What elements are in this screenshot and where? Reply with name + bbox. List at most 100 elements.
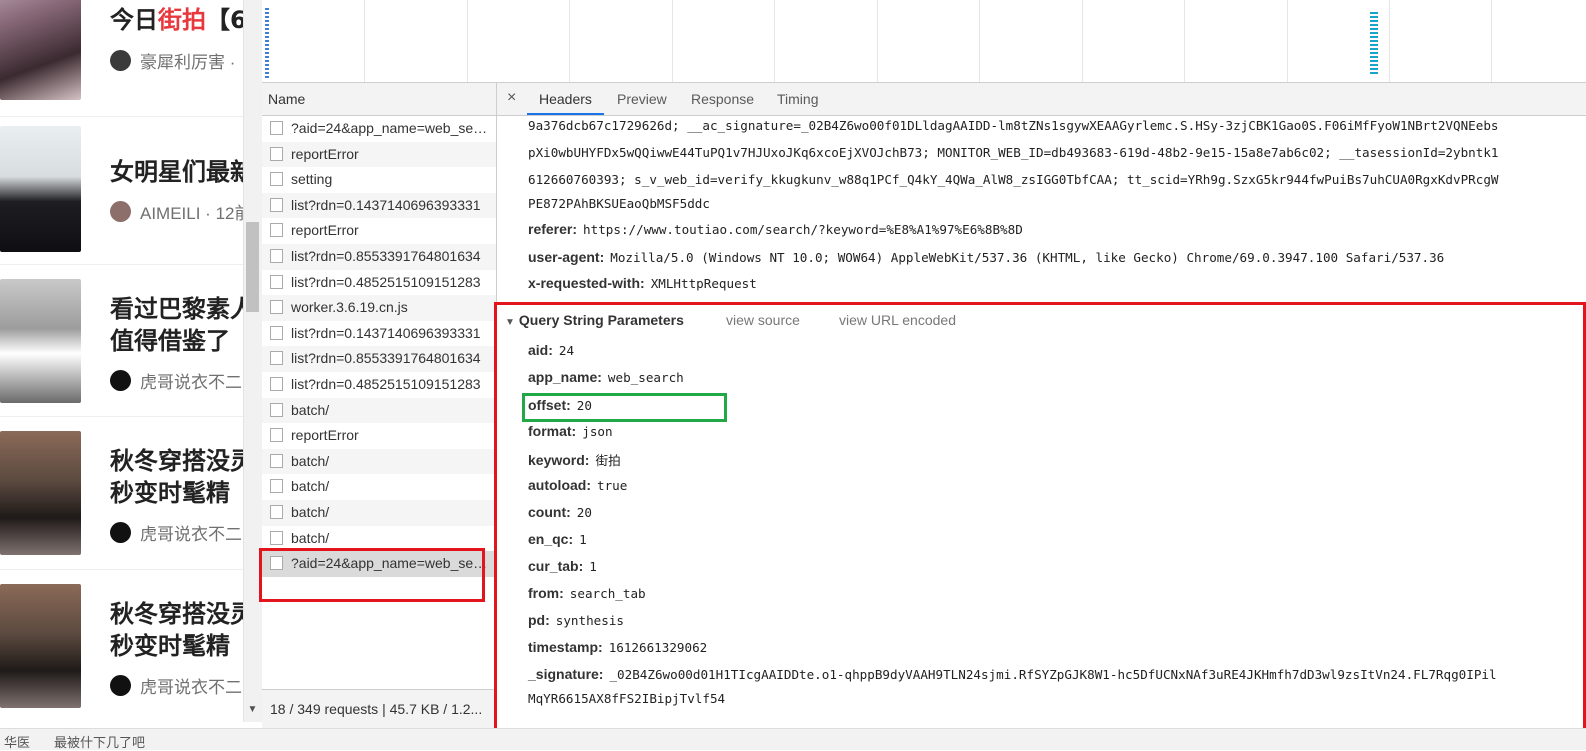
timeline-gridline (569, 0, 570, 82)
request-row[interactable]: setting (262, 167, 496, 193)
feed-item[interactable]: 今日街拍【6 豪犀利厉害 · (0, 0, 243, 118)
cookie-header-line: pXi0wbUHYFDx5wQQiwwE44TuPQ1v7HJUxoJKq6xc… (528, 145, 1499, 160)
page-scrollbar[interactable] (243, 0, 263, 722)
request-row[interactable]: list?rdn=0.8553391764801634 (262, 346, 496, 372)
timeline-gridline (1389, 0, 1390, 82)
feed-title[interactable]: 今日街拍【6 (110, 4, 243, 36)
requests-name-column-header[interactable]: Name (262, 83, 496, 116)
request-checkbox[interactable] (270, 453, 283, 468)
avatar (110, 49, 131, 71)
request-header-x-requested-with: x-requested-with: XMLHttpRequest (528, 275, 757, 291)
request-checkbox[interactable] (270, 274, 283, 289)
request-row[interactable]: batch/ (262, 397, 496, 424)
details-tabbar: × Headers Preview Response Timing (497, 83, 1586, 116)
request-row[interactable]: reportError (262, 218, 496, 244)
feed-thumbnail[interactable] (0, 584, 81, 708)
feed-thumbnail[interactable] (0, 431, 81, 555)
request-checkbox[interactable] (270, 223, 283, 238)
request-checkbox[interactable] (270, 505, 283, 519)
feed-thumbnail[interactable] (0, 0, 81, 100)
timeline-gridline (979, 0, 980, 82)
web-page-feed: 今日街拍【6 豪犀利厉害 · 女明星们最新 AIMEILI · 12前 看过巴黎… (0, 0, 243, 749)
feed-title[interactable]: 看过巴黎素人 值得借鉴了 (110, 293, 243, 357)
selected-request-highlight (259, 548, 485, 602)
request-checkbox[interactable] (270, 479, 283, 494)
request-name: batch/ (291, 452, 330, 469)
request-name: reportError (291, 222, 359, 239)
request-checkbox[interactable] (270, 249, 283, 263)
request-checkbox[interactable] (270, 172, 283, 187)
feed-thumbnail[interactable] (0, 279, 81, 403)
scroll-down-arrow-icon[interactable]: ▼ (246, 704, 259, 718)
request-row[interactable]: list?rdn=0.1437140696393331 (262, 192, 496, 219)
request-checkbox[interactable] (270, 351, 283, 366)
request-row[interactable]: ?aid=24&app_name=web_search (262, 116, 496, 142)
network-overview-timeline[interactable] (262, 0, 1586, 83)
feed-item[interactable]: 看过巴黎素人 值得借鉴了 虎哥说衣不二 (0, 279, 243, 431)
request-row[interactable]: batch/ (262, 500, 496, 526)
request-name: reportError (291, 427, 359, 444)
requests-list: ?aid=24&app_name=web_search reportError se… (262, 116, 496, 688)
feed-thumbnail[interactable] (0, 126, 81, 252)
request-checkbox[interactable] (270, 402, 283, 417)
bottom-left-text: 华医 (4, 735, 31, 750)
request-name: list?rdn=0.1437140696393331 (291, 196, 481, 213)
page-scrollbar-thumb[interactable] (246, 222, 259, 312)
tab-headers[interactable]: Headers (539, 91, 592, 107)
request-checkbox[interactable] (270, 121, 283, 135)
feed-meta: 虎哥说衣不二 (110, 521, 242, 544)
cookie-header-line: PE872PAhBKSUEaoQbMSF5ddc (528, 196, 710, 211)
timeline-gridline (467, 0, 468, 82)
active-tab-indicator (527, 113, 604, 115)
timeline-gridline (1287, 0, 1288, 82)
timeline-gridline (1082, 0, 1083, 82)
request-checkbox[interactable] (270, 197, 283, 212)
request-checkbox[interactable] (270, 146, 283, 161)
request-checkbox[interactable] (270, 530, 283, 545)
request-name: batch/ (291, 401, 330, 418)
request-row[interactable]: worker.3.6.19.cn.js (262, 295, 496, 321)
request-row[interactable]: reportError (262, 141, 496, 168)
request-name: setting (291, 171, 333, 188)
feed-item[interactable]: 秋冬穿搭没灵 秒变时髦精 虎哥说衣不二 (0, 431, 243, 583)
close-icon[interactable]: × (507, 89, 516, 107)
timeline-gridline (1184, 0, 1185, 82)
timeline-gridline (364, 0, 365, 82)
request-checkbox[interactable] (270, 377, 283, 391)
feed-title[interactable]: 女明星们最新 (110, 156, 243, 188)
tab-timing[interactable]: Timing (777, 91, 819, 107)
request-name: list?rdn=0.1437140696393331 (291, 324, 481, 341)
request-row[interactable]: list?rdn=0.1437140696393331 (262, 321, 496, 347)
request-row[interactable]: batch/ (262, 474, 496, 500)
feed-item[interactable]: 女明星们最新 AIMEILI · 12前 (0, 126, 243, 278)
divider (0, 264, 243, 265)
timeline-gridline (1491, 0, 1492, 82)
timeline-bars (1370, 12, 1378, 76)
tab-preview[interactable]: Preview (617, 91, 667, 107)
requests-status-bar: 18 / 349 requests | 45.7 KB / 1.2... (262, 689, 496, 728)
feed-meta: 豪犀利厉害 · (110, 49, 235, 72)
feed-meta: AIMEILI · 12前 (110, 200, 243, 223)
avatar (110, 521, 131, 543)
request-name: batch/ (291, 504, 330, 520)
request-name: reportError (291, 145, 359, 162)
request-checkbox[interactable] (270, 428, 283, 443)
timeline-bars (265, 8, 269, 78)
request-checkbox[interactable] (270, 300, 283, 315)
browser-bottom-bar: 华医 最被什下几了吧 (0, 728, 1586, 750)
request-header-user-agent: user-agent: Mozilla/5.0 (Windows NT 10.0;… (528, 249, 1445, 265)
request-name: list?rdn=0.4852515109151283 (291, 273, 481, 290)
feed-title[interactable]: 秋冬穿搭没灵 秒变时髦精 (110, 598, 243, 662)
request-name: ?aid=24&app_name=web_search (291, 120, 491, 136)
avatar (110, 674, 131, 696)
request-row[interactable]: batch/ (262, 448, 496, 475)
feed-title[interactable]: 秋冬穿搭没灵 秒变时髦精 (110, 445, 243, 509)
feed-item[interactable]: 秋冬穿搭没灵 秒变时髦精 虎哥说衣不二 (0, 584, 243, 736)
request-row[interactable]: list?rdn=0.4852515109151283 (262, 372, 496, 398)
tab-response[interactable]: Response (691, 91, 754, 107)
request-row[interactable]: reportError (262, 423, 496, 449)
request-row[interactable]: list?rdn=0.4852515109151283 (262, 270, 496, 296)
request-checkbox[interactable] (270, 325, 283, 340)
request-row[interactable]: list?rdn=0.8553391764801634 (262, 244, 496, 270)
avatar (110, 200, 131, 222)
